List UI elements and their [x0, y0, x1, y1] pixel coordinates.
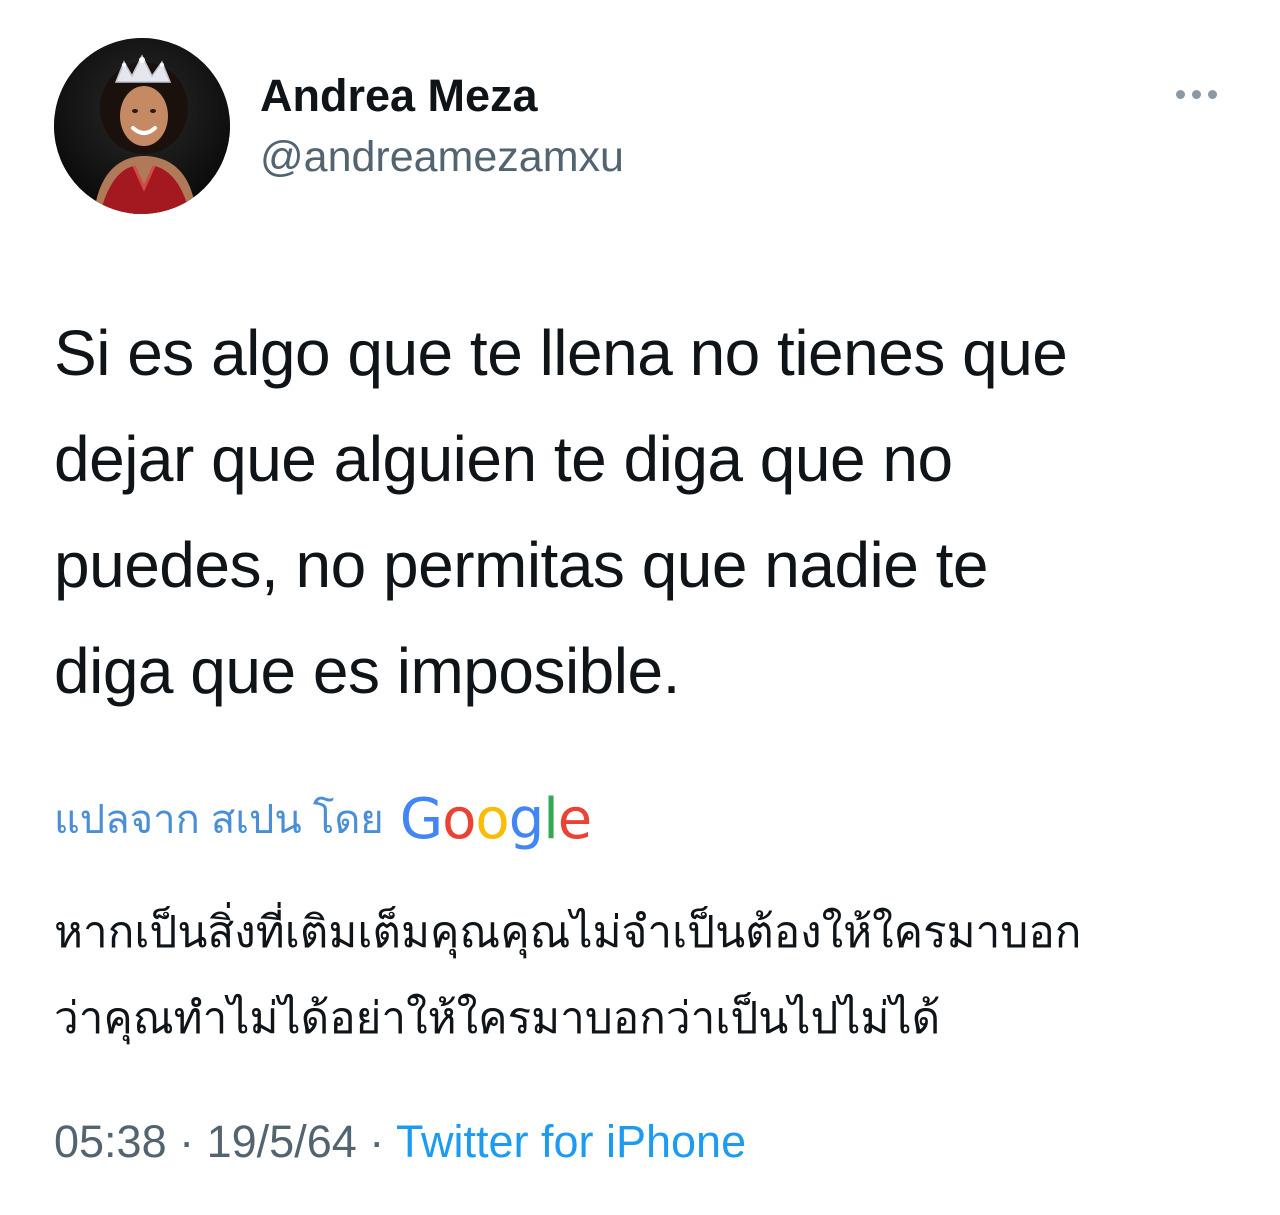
meta-separator: ·: [166, 1116, 207, 1167]
more-horizontal-icon: [1175, 89, 1185, 99]
translated-text-line: ว่าคุณทำไม่ได้อย่าให้ใครมาบอกว่าเป็นไปไม…: [54, 994, 941, 1043]
tweet-date[interactable]: 19/5/64: [207, 1116, 357, 1167]
avatar[interactable]: [54, 38, 230, 214]
tweet-time[interactable]: 05:38: [54, 1116, 167, 1167]
google-logo-letter: G: [399, 786, 443, 852]
profile-photo: [54, 38, 230, 214]
user-handle[interactable]: @andreamezamxu: [260, 133, 624, 182]
google-logo-letter: o: [442, 786, 476, 852]
tweet-source-link[interactable]: Twitter for iPhone: [396, 1116, 746, 1167]
tweet-text-line: Si es algo que te llena no tienes que: [54, 317, 1068, 389]
more-options-button[interactable]: [1164, 78, 1228, 110]
translate-label[interactable]: แปลจาก สเปน โดย: [54, 787, 384, 851]
translated-text: หากเป็นสิ่งที่เติมเต็มคุณคุณไม่จำเป็นต้อ…: [54, 890, 1244, 1062]
translate-attribution[interactable]: แปลจาก สเปน โดย Google: [54, 784, 593, 854]
tweet-detail: Andrea Meza @andreamezamxu Si es algo qu…: [0, 0, 1280, 1215]
google-logo-letter: g: [508, 786, 545, 852]
tweet-text: Si es algo que te llena no tienes que de…: [54, 300, 1244, 724]
tweet-text-line: puedes, no permitas que nadie te: [54, 529, 989, 601]
translated-text-line: หากเป็นสิ่งที่เติมเต็มคุณคุณไม่จำเป็นต้อ…: [54, 908, 1082, 957]
display-name[interactable]: Andrea Meza: [260, 70, 538, 122]
meta-separator: ·: [356, 1116, 396, 1167]
google-logo-letter: l: [543, 786, 559, 852]
tweet-meta: 05:38 · 19/5/64 · Twitter for iPhone: [54, 1116, 746, 1168]
more-horizontal-icon-dot-2: [1191, 89, 1201, 99]
more-horizontal-icon-dot-3: [1207, 89, 1217, 99]
google-logo: Google: [399, 786, 593, 852]
google-logo-letter: o: [475, 786, 509, 852]
tweet-text-line: diga que es imposible.: [54, 635, 680, 707]
google-logo-letter: e: [557, 786, 592, 852]
tweet-text-line: dejar que alguien te diga que no: [54, 423, 953, 495]
